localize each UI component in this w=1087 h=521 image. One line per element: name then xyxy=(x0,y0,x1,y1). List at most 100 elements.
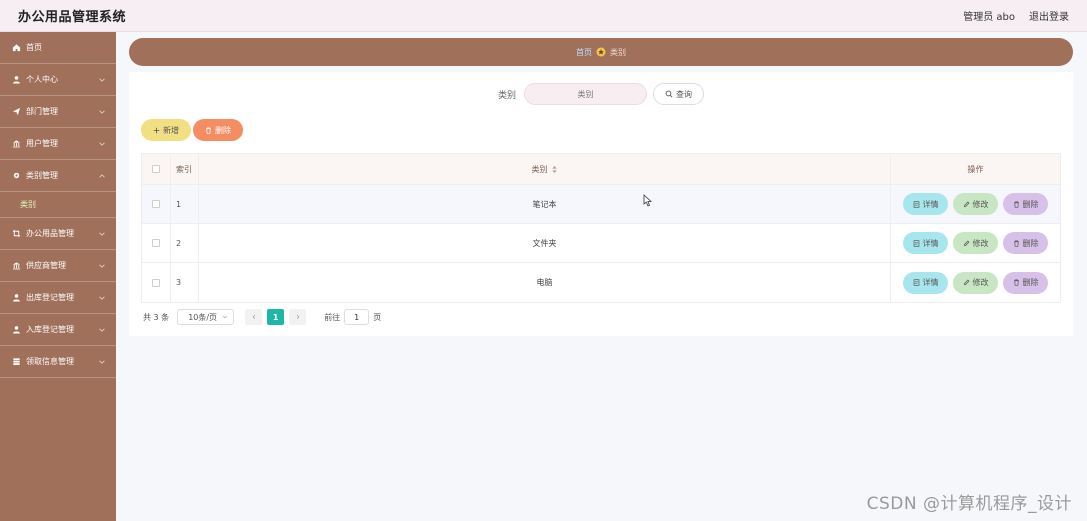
trash-icon xyxy=(1013,279,1019,286)
delete-row-button-label: 删除 xyxy=(1022,238,1039,248)
sidebar-item-office-supplies[interactable]: 办公用品管理 xyxy=(0,218,116,250)
chevron-down-icon xyxy=(99,110,105,114)
trash-icon xyxy=(1013,239,1019,247)
pencil-icon xyxy=(963,240,969,246)
detail-button-label: 详情 xyxy=(922,238,939,248)
mouse-cursor-icon xyxy=(643,194,653,207)
delete-row-button[interactable]: 删除 xyxy=(1003,271,1048,294)
bank-icon xyxy=(10,260,22,272)
chevron-down-icon xyxy=(99,264,105,268)
sidebar-item-home[interactable]: 首页 xyxy=(0,32,116,64)
search-button[interactable]: 查询 xyxy=(653,83,704,105)
pagination: 共 3 条 10条/页 1 前往 页 xyxy=(143,309,381,325)
sidebar-item-suppliers[interactable]: 供应商管理 xyxy=(0,250,116,282)
row-index: 2 xyxy=(171,224,199,262)
user-icon xyxy=(10,324,22,336)
row-select-cell xyxy=(142,263,171,302)
sidebar-item-label: 类别管理 xyxy=(26,171,58,180)
header-category-label: 类别 xyxy=(531,164,548,174)
sidebar-item-label: 个人中心 xyxy=(26,75,58,84)
sidebar: 首页 个人中心 部门管理 用户管理 类别管理 类别 办公用品管理 供应商管理 出… xyxy=(0,32,116,521)
row-checkbox[interactable] xyxy=(152,278,160,287)
row-operations: 详情 修改 删除 xyxy=(891,263,1060,302)
sidebar-item-department[interactable]: 部门管理 xyxy=(0,96,116,128)
search-icon xyxy=(665,90,673,98)
trash-icon xyxy=(1013,200,1019,208)
chevron-down-icon xyxy=(223,315,228,319)
delete-row-button-label: 删除 xyxy=(1022,199,1039,209)
row-operations: 详情 修改 删除 xyxy=(891,224,1060,262)
sidebar-item-personal-center[interactable]: 个人中心 xyxy=(0,64,116,96)
sidebar-item-pickup-info[interactable]: 领取信息管理 xyxy=(0,346,116,378)
breadcrumb-current: 类别 xyxy=(610,47,626,57)
sidebar-item-inbound[interactable]: 入库登记管理 xyxy=(0,314,116,346)
header-index: 索引 xyxy=(171,154,199,184)
search-button-label: 查询 xyxy=(676,89,692,99)
page-size-value: 10条/页 xyxy=(188,312,218,322)
send-icon xyxy=(10,106,22,118)
batch-delete-button[interactable]: 删除 xyxy=(193,119,243,141)
select-all-checkbox[interactable] xyxy=(152,165,160,173)
select-all-cell xyxy=(142,154,171,184)
trash-icon xyxy=(206,126,211,134)
sidebar-item-label: 部门管理 xyxy=(26,107,58,116)
delete-row-button-label: 删除 xyxy=(1022,278,1039,287)
delete-row-button[interactable]: 删除 xyxy=(1003,193,1048,215)
row-category: 文件夹 xyxy=(199,224,891,262)
delete-row-button[interactable]: 删除 xyxy=(1003,232,1048,254)
page-suffix: 页 xyxy=(373,312,382,322)
row-checkbox[interactable] xyxy=(152,200,160,208)
sidebar-item-label: 出库登记管理 xyxy=(26,293,74,302)
sidebar-item-label: 领取信息管理 xyxy=(26,357,74,366)
chevron-left-icon xyxy=(252,314,255,320)
page-number-current[interactable]: 1 xyxy=(267,309,285,325)
crop-icon xyxy=(10,228,22,240)
category-search-input[interactable] xyxy=(524,83,647,105)
goto-page-input[interactable] xyxy=(344,309,370,325)
sort-icon[interactable] xyxy=(551,165,558,174)
sidebar-item-users[interactable]: 用户管理 xyxy=(0,128,116,160)
detail-button[interactable]: 详情 xyxy=(903,271,948,294)
prev-page-button[interactable] xyxy=(245,309,263,325)
edit-button[interactable]: 修改 xyxy=(953,232,998,254)
pencil-icon xyxy=(963,279,969,286)
breadcrumb-home-link[interactable]: 首页 xyxy=(576,47,592,58)
chevron-down-icon xyxy=(99,360,105,364)
row-select-cell xyxy=(142,185,171,223)
row-index: 1 xyxy=(171,185,199,223)
sidebar-item-outbound[interactable]: 出库登记管理 xyxy=(0,282,116,314)
detail-button[interactable]: 详情 xyxy=(903,193,948,215)
search-row: 类别 查询 xyxy=(129,83,1073,105)
next-page-button[interactable] xyxy=(289,309,307,325)
header-category[interactable]: 类别 xyxy=(199,154,891,184)
chevron-down-icon xyxy=(99,328,105,332)
detail-button[interactable]: 详情 xyxy=(903,232,948,254)
sidebar-item-category-management[interactable]: 类别管理 xyxy=(0,160,116,192)
table-row: 3 电脑 详情 修改 删除 xyxy=(142,263,1060,302)
header-user-area: 管理员 abo 退出登录 xyxy=(963,8,1069,23)
goto-label: 前往 xyxy=(324,312,341,322)
edit-button-label: 修改 xyxy=(972,278,989,287)
server-icon xyxy=(10,356,22,368)
main-panel: 类别 查询 新增 删除 索引 类别 操作 1 笔记本 xyxy=(129,72,1073,336)
document-icon xyxy=(913,239,919,247)
edit-button-label: 修改 xyxy=(972,199,989,209)
app-title: 办公用品管理系统 xyxy=(18,10,127,25)
row-category: 笔记本 xyxy=(199,185,891,223)
sidebar-item-label: 办公用品管理 xyxy=(26,229,74,238)
row-checkbox[interactable] xyxy=(152,239,160,247)
sidebar-item-label: 用户管理 xyxy=(26,139,58,148)
add-button-label: 新增 xyxy=(163,125,179,135)
page-size-select[interactable]: 10条/页 xyxy=(177,309,235,325)
logout-link[interactable]: 退出登录 xyxy=(1029,8,1069,23)
chevron-right-icon xyxy=(296,314,300,320)
edit-button[interactable]: 修改 xyxy=(953,271,998,294)
add-button[interactable]: 新增 xyxy=(141,119,191,141)
edit-button[interactable]: 修改 xyxy=(953,193,998,215)
user-icon xyxy=(10,74,22,86)
sidebar-subitem-category[interactable]: 类别 xyxy=(0,192,116,218)
chevron-down-icon xyxy=(99,142,105,146)
plus-icon xyxy=(153,127,160,133)
header-operations: 操作 xyxy=(967,164,984,174)
chevron-down-icon xyxy=(99,78,105,82)
